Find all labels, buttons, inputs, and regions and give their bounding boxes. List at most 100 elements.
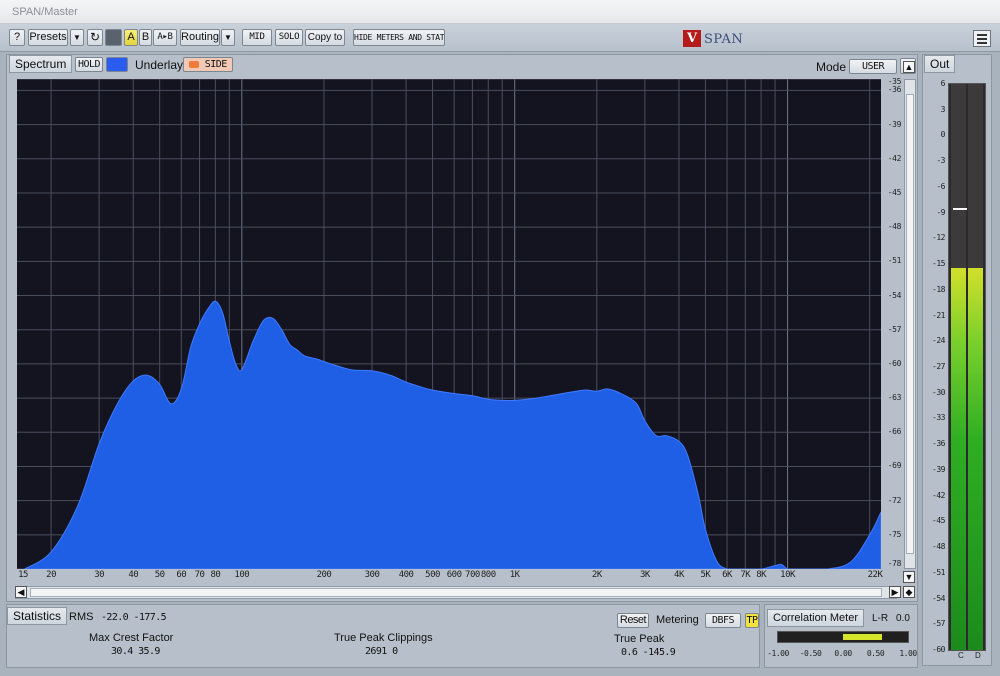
correlation-tick-label: 1.00 [899, 649, 917, 658]
meter-fill-right [968, 268, 983, 650]
side-label: SIDE [204, 59, 228, 70]
output-scale-tick: -27 [932, 362, 945, 371]
reset-icon[interactable]: ↻ [87, 29, 103, 46]
toolbar: ? Presets ▼ ↻ A B A▸B Routing ▼ MID SOLO… [0, 24, 1000, 52]
spectrum-area [23, 300, 881, 569]
scroll-right-arrow-icon[interactable]: ▶ [889, 586, 901, 598]
scroll-down-arrow-icon[interactable]: ▼ [903, 571, 915, 583]
hold-button[interactable]: HOLD [75, 57, 103, 72]
output-scale-tick: 3 [940, 104, 946, 114]
copy-a-to-b-button[interactable]: A▸B [153, 29, 177, 46]
correlation-meter-panel: Correlation Meter L-R 0.0 -1.00 -0.50 0.00… [764, 604, 918, 668]
output-meter-panel: Out 6 3 0 -3 -6 -9 -12 -15 -18 -21 -24 -27 -30 -33 -36… [922, 54, 992, 666]
metering-label: Metering [656, 614, 699, 626]
window-title: SPAN/Master [12, 6, 78, 18]
help-button[interactable]: ? [9, 29, 25, 46]
hold-color-swatch[interactable] [106, 57, 128, 72]
meter-fill-left [951, 268, 966, 650]
horizontal-scrollbar[interactable] [15, 586, 897, 599]
vertical-scroll-thumb[interactable] [906, 94, 914, 554]
tab-statistics[interactable]: Statistics [7, 607, 68, 625]
underlay-label: Underlay [135, 58, 184, 72]
true-peak-label: True Peak [614, 633, 665, 645]
db-tick-label: -54 [887, 290, 902, 300]
vertical-scrollbar[interactable] [904, 79, 916, 569]
correlation-bar [777, 631, 909, 643]
solo-button[interactable]: SOLO [275, 29, 303, 46]
frequency-tick-label: 3K [639, 570, 650, 580]
output-scale-tick: -54 [932, 593, 945, 603]
spectrum-chart-svg [17, 79, 881, 569]
frequency-tick-label: 70 [194, 570, 205, 580]
frequency-tick-label: 4K [674, 570, 684, 580]
dbfs-button[interactable]: DBFS [705, 613, 741, 628]
routing-dropdown-arrow-icon[interactable]: ▼ [221, 29, 235, 46]
preset-b-button[interactable]: B [139, 29, 152, 46]
hide-meters-button[interactable]: HIDE METERS AND STATS [353, 29, 445, 46]
output-scale-tick: -21 [932, 310, 945, 320]
frequency-tick-label: 40 [128, 570, 139, 580]
meter-channel-right [968, 84, 983, 650]
output-scale-tick: -15 [932, 259, 945, 269]
output-scale-tick: -60 [932, 645, 945, 654]
spectrum-plot[interactable] [17, 79, 881, 569]
frequency-tick-label: 50 [154, 570, 165, 580]
correlation-tick-label: -0.50 [799, 649, 822, 658]
output-scale-tick: -48 [932, 542, 945, 552]
db-tick-label: -57 [887, 324, 902, 334]
mode-label: Mode [816, 60, 847, 74]
max-crest-factor-label: Max Crest Factor [89, 632, 174, 644]
db-scale: -35 -36 -39 -42 -45 -48 -51 -54 -57 -60 -63 -66 -69-… [881, 77, 902, 569]
side-button[interactable]: SIDE [183, 57, 233, 72]
frequency-tick-label: 7K [740, 570, 751, 580]
db-tick-label: -72 [887, 495, 902, 505]
reset-button[interactable]: Reset [617, 613, 649, 628]
rms-label: RMS [69, 611, 94, 623]
lr-value: 0.0 [896, 613, 910, 624]
frequency-tick-label: 800 [480, 570, 496, 580]
frequency-tick-label: 700 [465, 570, 480, 580]
frequency-tick-label: 1K [509, 570, 520, 580]
horizontal-scroll-thumb[interactable] [30, 588, 882, 597]
statistics-panel: Statistics RMS -22.0 -177.5 Max Crest Fa… [6, 604, 760, 668]
scroll-left-arrow-icon[interactable]: ◀ [15, 586, 27, 598]
frequency-tick-label: 8K [756, 570, 767, 580]
presets-button[interactable]: Presets [28, 29, 68, 46]
frequency-tick-label: 60 [176, 570, 187, 580]
routing-button[interactable]: Routing [180, 29, 220, 46]
true-peak-toggle[interactable]: TP [745, 613, 759, 628]
mode-select[interactable]: USER [849, 59, 897, 74]
channel-label-right: D [975, 651, 981, 660]
tab-correlation-meter[interactable]: Correlation Meter [767, 609, 864, 627]
max-crest-factor-values: 30.4 35.9 [111, 646, 160, 657]
db-tick-label: -78 [887, 559, 902, 568]
output-scale-tick: 6 [940, 79, 946, 88]
voxengo-logo-icon: V [683, 30, 701, 47]
db-tick-label: -69 [887, 461, 902, 471]
channel-label-left: C [958, 651, 964, 660]
brand-name: SPAN [704, 32, 744, 47]
output-scale-tick: -24 [932, 336, 945, 346]
presets-dropdown-arrow-icon[interactable]: ▼ [70, 29, 84, 46]
output-scale-tick: -45 [932, 516, 945, 526]
frequency-tick-label: 500 [425, 570, 440, 580]
hamburger-menu-icon[interactable] [973, 30, 991, 47]
output-scale-tick: -36 [932, 439, 945, 449]
mid-button[interactable]: MID [242, 29, 272, 46]
tab-spectrum[interactable]: Spectrum [9, 55, 73, 73]
copy-to-button[interactable]: Copy to [305, 29, 345, 46]
db-tick-label: -63 [887, 393, 902, 403]
frequency-tick-label: 300 [364, 570, 380, 580]
preset-a-button[interactable]: A [124, 29, 138, 46]
scroll-up-arrow-icon[interactable]: ▲ [903, 61, 915, 73]
compare-toggle[interactable] [105, 29, 122, 46]
tab-out[interactable]: Out [924, 55, 956, 73]
output-scale-tick: -3 [936, 156, 945, 166]
db-tick-label: -51 [887, 256, 902, 266]
frequency-tick-label: 15 [18, 570, 28, 580]
frequency-tick-label: 200 [316, 570, 332, 580]
output-scale-tick: 0 [940, 130, 946, 140]
zoom-reset-icon[interactable]: ◆ [903, 586, 915, 598]
db-tick-label: -48 [887, 222, 902, 232]
spectrum-panel: Spectrum HOLD Underlay SIDE Mode USER ⚙ … [6, 54, 918, 602]
